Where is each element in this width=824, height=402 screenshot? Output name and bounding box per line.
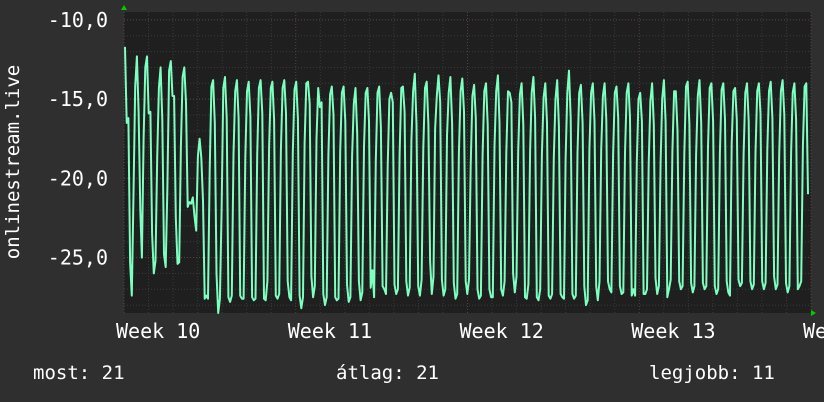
x-tick-label: Week 13 — [631, 319, 715, 343]
legend-average: átlag: 21 — [336, 362, 439, 384]
x-tick-label: Week 12 — [460, 319, 544, 343]
line-chart: -10,0 -15,0 -20,0 -25,0 Week 10 Week 11 Week 1… — [48, 5, 824, 343]
x-tick-label: Week 10 — [116, 319, 200, 343]
graph-panel: -10,0 -15,0 -20,0 -25,0 Week 10 Week 11 Week 1… — [0, 0, 824, 402]
y-tick-label: -20,0 — [48, 166, 108, 190]
y-axis-title-wrap: onlinestream.live — [0, 12, 26, 312]
y-tick-label: -25,0 — [48, 246, 108, 270]
y-tick-label: -15,0 — [48, 87, 108, 111]
y-axis-arrow — [121, 5, 127, 10]
y-tick-label: -10,0 — [48, 8, 108, 32]
legend-current: most: 21 — [33, 362, 125, 384]
legend-maximum: legjobb: 11 — [649, 362, 775, 384]
y-axis-title: onlinestream.live — [2, 64, 24, 260]
x-axis-arrow — [811, 310, 816, 316]
x-tick-label: Week 1 — [803, 319, 824, 343]
x-tick-label: Week 11 — [288, 319, 372, 343]
